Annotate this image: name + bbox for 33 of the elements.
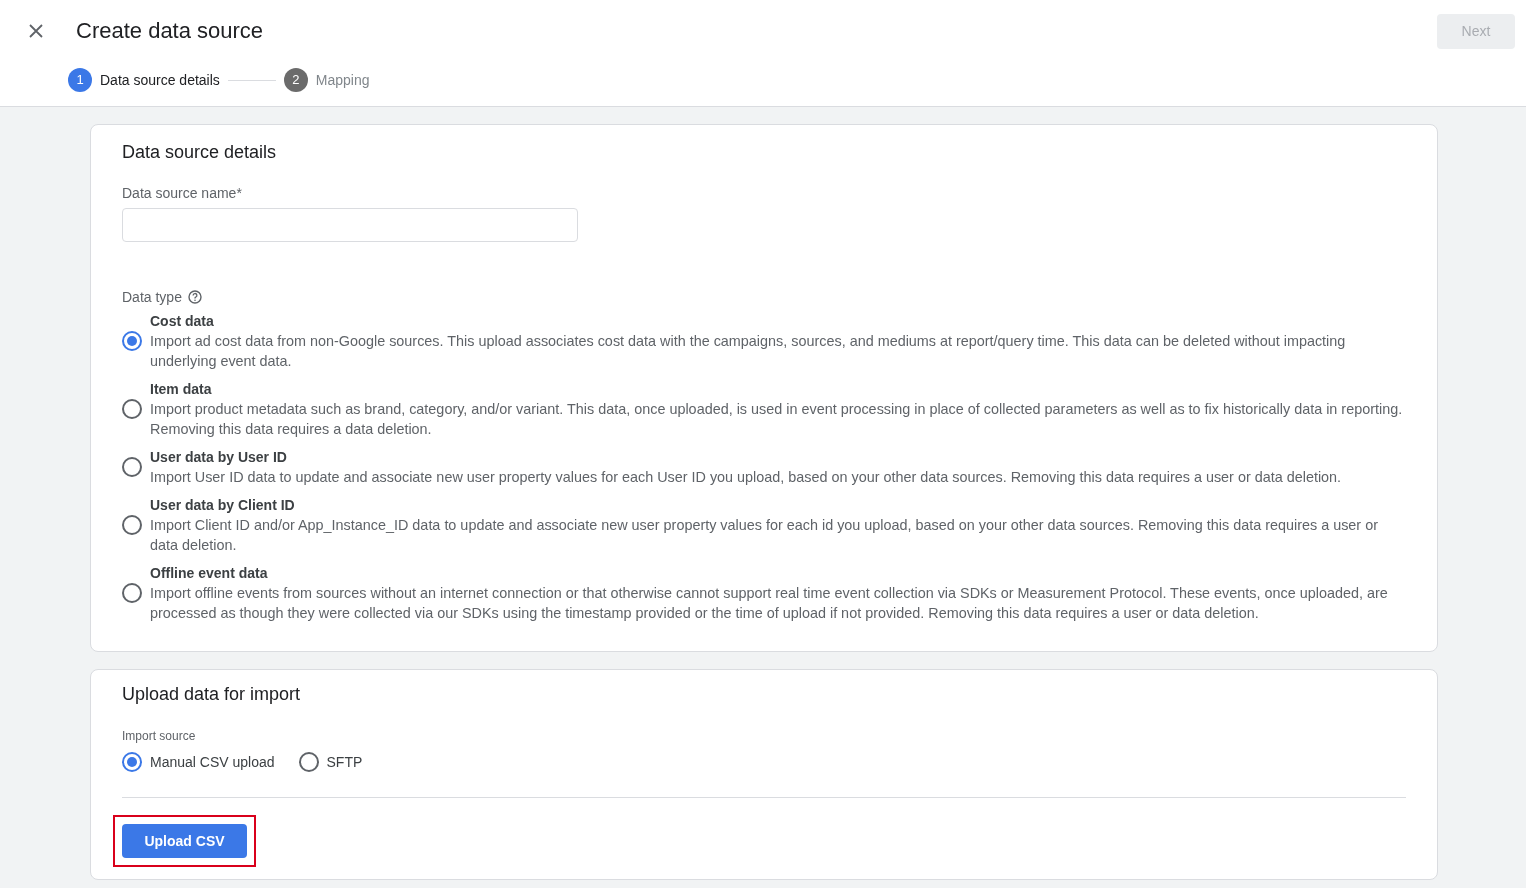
data-source-name-field[interactable] — [122, 208, 578, 242]
card-title: Upload data for import — [122, 683, 302, 706]
step-number: 1 — [68, 68, 92, 92]
step-number: 2 — [283, 68, 308, 92]
step-label[interactable]: Mapping — [315, 69, 370, 91]
option-description: Import product metadata such as brand, category, and/or variant. This data, once uploaded, is used in event processing in place of collected parameters as well as to fix historically data in reporting. Removing this data requires a data deletion. — [150, 400, 1404, 439]
option-title: User data by Client ID — [150, 496, 296, 515]
radio-empty-icon[interactable] — [122, 399, 142, 419]
card-title: Data source details — [122, 141, 278, 164]
help-icon[interactable] — [187, 290, 202, 304]
option-title: Offline event data — [150, 564, 269, 583]
close-icon — [29, 24, 43, 38]
option-title: Item data — [150, 380, 213, 399]
radio-selected-icon[interactable] — [122, 752, 142, 772]
radio-empty-icon[interactable] — [122, 515, 142, 535]
field-label: Data type — [122, 288, 182, 307]
radio-label[interactable]: Manual CSV upload — [150, 752, 275, 772]
option-title: Cost data — [150, 312, 215, 331]
option-description: Import Client ID and/or App_Instance_ID data to update and associate new user property values for each id you upload, based on your other data sources. Removing this data requires a user or data deletion. — [150, 516, 1379, 555]
radio-empty-icon[interactable] — [298, 752, 319, 772]
page-title: Create data source — [76, 17, 264, 45]
radio-label[interactable]: SFTP — [326, 752, 363, 772]
radio-empty-icon[interactable] — [122, 457, 142, 477]
step-label[interactable]: Data source details — [100, 69, 220, 91]
option-description: Import User ID data to update and associate new user property values for each User ID you upload, based on your other data sources. Removing this data requires a user or data deletion. — [150, 468, 1343, 487]
option-description: Import offline events from sources without an internet connection or that otherwise cannot support real time event collection via SDKs or Measurement Protocol. These events, once uploaded, are processed as though they were collected via our SDKs using the timestamp provided or the time of upload if not provided. Removing this data requires a user or data deletion. — [150, 584, 1389, 623]
field-label: Data source name* — [122, 184, 243, 203]
field-label: Import source — [122, 728, 197, 744]
option-title: User data by User ID — [150, 448, 288, 467]
option-description: Import ad cost data from non-Google sources. This upload associates cost data with the campaigns, sources, and mediums at report/query time. This data can be deleted without impacting underlying event data. — [150, 332, 1347, 371]
radio-selected-icon[interactable] — [122, 331, 142, 351]
radio-empty-icon[interactable] — [122, 583, 142, 603]
upload-csv-button[interactable]: Upload CSV — [122, 824, 247, 858]
